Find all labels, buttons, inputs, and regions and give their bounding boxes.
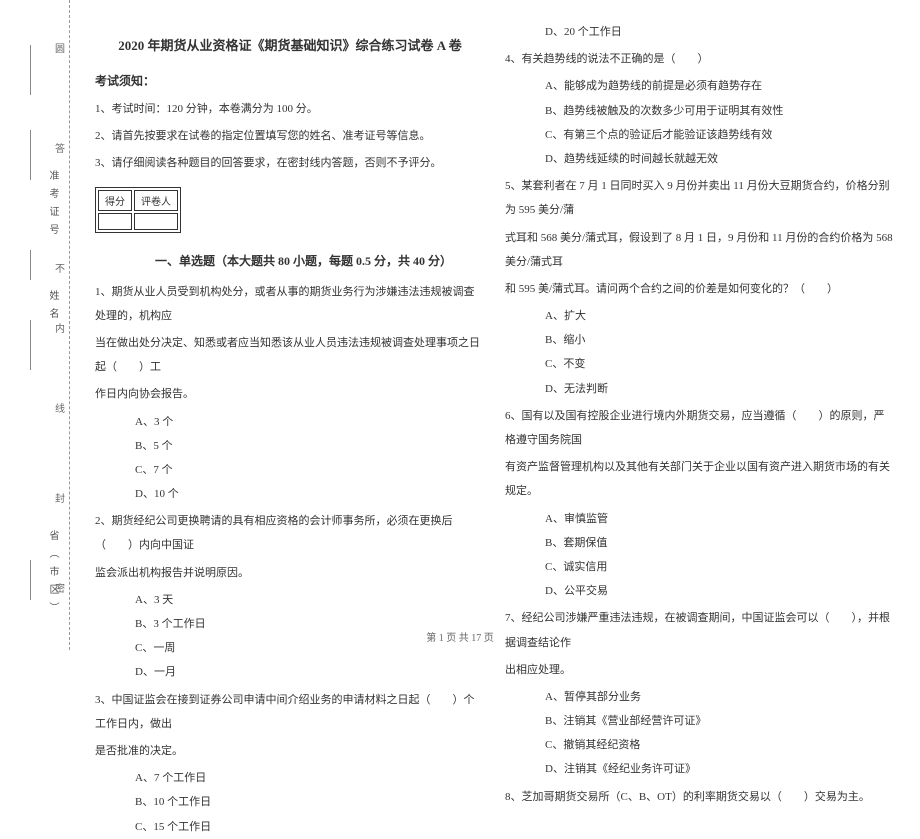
q7-option-c: C、撤销其经纪资格 <box>545 733 895 757</box>
q1-option-a: A、3 个 <box>135 410 485 434</box>
q6-option-d: D、公平交易 <box>545 579 895 603</box>
q1-stem: 当在做出处分决定、知悉或者应当知悉该从业人员违法违规被调查处理事项之日起（ ）工 <box>95 331 485 379</box>
score-header: 评卷人 <box>134 190 178 211</box>
content-area: 2020 年期货从业资格证《期货基础知识》综合练习试卷 A 卷 考试须知： 1、… <box>70 0 920 650</box>
left-column: 2020 年期货从业资格证《期货基础知识》综合练习试卷 A 卷 考试须知： 1、… <box>85 20 495 620</box>
right-column: D、20 个工作日 4、有关趋势线的说法不正确的是（ ） A、能够成为趋势线的前… <box>495 20 905 620</box>
seal-char: 密 <box>55 580 65 595</box>
q4-option-b: B、趋势线被触及的次数多少可用于证明其有效性 <box>545 99 895 123</box>
score-table: 得分 评卷人 <box>95 187 181 233</box>
q3-option-c: C、15 个工作日 <box>135 815 485 839</box>
underline <box>30 560 31 600</box>
label-id: 准考证号 <box>45 170 60 242</box>
underline <box>30 45 31 95</box>
q7-option-a: A、暂停其部分业务 <box>545 685 895 709</box>
q4-option-a: A、能够成为趋势线的前提是必须有趋势存在 <box>545 74 895 98</box>
q2-stem: 2、期货经纪公司更换聘请的具有相应资格的会计师事务所，必须在更换后（ ）内向中国… <box>95 509 485 557</box>
q6-stem: 6、国有以及国有控股企业进行境内外期货交易，应当遵循（ ）的原则，严格遵守国务院… <box>505 404 895 452</box>
q2-stem: 监会派出机构报告并说明原因。 <box>95 561 485 585</box>
notice-line: 2、请首先按要求在试卷的指定位置填写您的姓名、准考证号等信息。 <box>95 124 485 148</box>
q3-stem: 3、中国证监会在接到证券公司申请中间介绍业务的申请材料之日起（ ）个工作日内，做… <box>95 688 485 736</box>
seal-char: 内 <box>55 320 65 335</box>
q3-option-d: D、20 个工作日 <box>545 20 895 44</box>
q7-option-d: D、注销其《经纪业务许可证》 <box>545 757 895 781</box>
q8-stem: 8、芝加哥期货交易所（C、B、OT）的利率期货交易以（ ）交易为主。 <box>505 785 895 809</box>
q3-option-a: A、7 个工作日 <box>135 766 485 790</box>
q1-stem: 作日内向协会报告。 <box>95 382 485 406</box>
notice-title: 考试须知： <box>95 72 485 89</box>
seal-char: 线 <box>55 400 65 415</box>
binding-margin: 圆 准考证号 答 不 姓名 内 线 封 省（市区） 密 <box>0 0 70 650</box>
underline <box>30 250 31 280</box>
q6-option-c: C、诚实信用 <box>545 555 895 579</box>
q7-option-b: B、注销其《营业部经营许可证》 <box>545 709 895 733</box>
q5-option-b: B、缩小 <box>545 328 895 352</box>
page-footer: 第 1 页 共 17 页 <box>0 629 920 644</box>
seal-char: 不 <box>55 260 65 275</box>
notice-line: 3、请仔细阅读各种题目的回答要求，在密封线内答题，否则不予评分。 <box>95 151 485 175</box>
exam-title: 2020 年期货从业资格证《期货基础知识》综合练习试卷 A 卷 <box>95 35 485 54</box>
q2-option-a: A、3 天 <box>135 588 485 612</box>
q6-option-b: B、套期保值 <box>545 531 895 555</box>
part-title: 一、单选题（本大题共 80 小题，每题 0.5 分，共 40 分） <box>155 252 452 269</box>
q4-stem: 4、有关趋势线的说法不正确的是（ ） <box>505 47 895 71</box>
q4-option-c: C、有第三个点的验证后才能验证该趋势线有效 <box>545 123 895 147</box>
q2-option-d: D、一月 <box>135 660 485 684</box>
notice-line: 1、考试时间：120 分钟，本卷满分为 100 分。 <box>95 97 485 121</box>
q4-option-d: D、趋势线延续的时间越长就越无效 <box>545 147 895 171</box>
score-header: 得分 <box>98 190 132 211</box>
q5-stem: 式耳和 568 美分/蒲式耳，假设到了 8 月 1 日，9 月份和 11 月份的… <box>505 226 895 274</box>
q5-option-d: D、无法判断 <box>545 377 895 401</box>
q5-stem: 和 595 美/蒲式耳。请问两个合约之间的价差是如何变化的？（ ） <box>505 277 895 301</box>
underline <box>30 320 31 370</box>
q1-option-c: C、7 个 <box>135 458 485 482</box>
underline <box>30 130 31 180</box>
seal-char: 答 <box>55 140 65 155</box>
q6-option-a: A、审慎监管 <box>545 507 895 531</box>
q1-option-d: D、10 个 <box>135 482 485 506</box>
seal-char: 圆 <box>55 40 65 55</box>
q7-stem: 出相应处理。 <box>505 658 895 682</box>
q1-stem: 1、期货从业人员受到机构处分，或者从事的期货业务行为涉嫌违法违规被调查处理的，机… <box>95 280 485 328</box>
label-district: 省（市区） <box>45 530 60 620</box>
exam-page: 圆 准考证号 答 不 姓名 内 线 封 省（市区） 密 2020 年期货从业资格… <box>0 0 920 650</box>
q3-stem: 是否批准的决定。 <box>95 739 485 763</box>
seal-char: 封 <box>55 490 65 505</box>
q5-stem: 5、某套利者在 7 月 1 日同时买入 9 月份并卖出 11 月份大豆期货合约，… <box>505 174 895 222</box>
q3-option-b: B、10 个工作日 <box>135 790 485 814</box>
q6-stem: 有资产监督管理机构以及其他有关部门关于企业以国有资产进入期货市场的有关规定。 <box>505 455 895 503</box>
q5-option-a: A、扩大 <box>545 304 895 328</box>
q1-option-b: B、5 个 <box>135 434 485 458</box>
q5-option-c: C、不变 <box>545 352 895 376</box>
